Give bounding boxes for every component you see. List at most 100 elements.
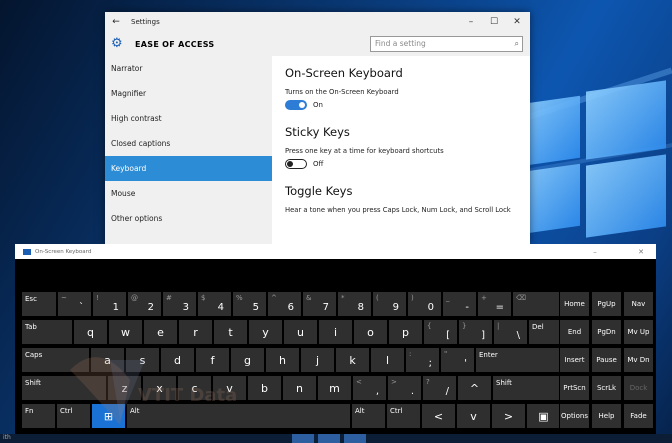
key-7[interactable]: & 7 — [302, 291, 337, 317]
key-pgdn[interactable]: PgDn — [591, 319, 622, 345]
key-alt[interactable]: Alt — [351, 403, 386, 429]
sidebar-item-narrator[interactable]: Narrator — [105, 56, 272, 81]
key-[interactable]: " ' — [440, 347, 475, 373]
key-c[interactable]: c — [177, 375, 212, 401]
key-9[interactable]: (9 — [372, 291, 407, 317]
key-nav[interactable]: Nav — [623, 291, 654, 317]
sidebar-item-mouse[interactable]: Mouse — [105, 181, 272, 206]
key-i[interactable]: i — [318, 319, 353, 345]
osk-minimize-button[interactable]: – — [585, 244, 605, 259]
key-e[interactable]: e — [143, 319, 178, 345]
key-g[interactable]: g — [230, 347, 265, 373]
key-insert[interactable]: Insert — [559, 347, 590, 373]
key-2[interactable]: @2 — [127, 291, 162, 317]
key-[interactable]: > — [491, 403, 526, 429]
search-icon[interactable]: ⌕ — [515, 37, 519, 51]
key-pause[interactable]: Pause — [591, 347, 622, 373]
key-t[interactable]: t — [213, 319, 248, 345]
key-fade[interactable]: Fade — [623, 403, 654, 429]
key-6[interactable]: ^ 6 — [267, 291, 302, 317]
key-ctrl[interactable]: Ctrl — [56, 403, 91, 429]
key-enter[interactable]: Enter — [475, 347, 563, 373]
osk-close-button[interactable]: ✕ — [631, 244, 651, 259]
back-arrow-icon[interactable]: ← — [105, 17, 127, 27]
key-[interactable]: ⊞ — [91, 403, 126, 429]
key-[interactable]: _ - — [442, 291, 477, 317]
key-end[interactable]: End — [559, 319, 590, 345]
key-shift[interactable]: Shift — [21, 375, 107, 401]
osk-titlebar[interactable]: On-Screen Keyboard – ✕ — [15, 244, 656, 259]
sidebar-item-magnifier[interactable]: Magnifier — [105, 81, 272, 106]
settings-titlebar[interactable]: ← Settings – ☐ ✕ — [105, 12, 530, 32]
key-[interactable]: ? / — [422, 375, 457, 401]
key-v[interactable]: v — [456, 403, 491, 429]
key-[interactable]: <, — [352, 375, 387, 401]
key-[interactable]: ^ — [457, 375, 492, 401]
key-p[interactable]: p — [388, 319, 423, 345]
sidebar-item-keyboard[interactable]: Keyboard — [105, 156, 272, 181]
key-[interactable]: {[ — [423, 319, 458, 345]
close-button[interactable]: ✕ — [504, 12, 530, 32]
key-b[interactable]: b — [247, 375, 282, 401]
key-r[interactable]: r — [178, 319, 213, 345]
key-v[interactable]: v — [212, 375, 247, 401]
key-1[interactable]: ! 1 — [92, 291, 127, 317]
key-dock[interactable]: Dock — [623, 375, 654, 401]
key-[interactable]: >. — [387, 375, 422, 401]
key-caps[interactable]: Caps — [21, 347, 90, 373]
key-8[interactable]: * 8 — [337, 291, 372, 317]
key-o[interactable]: o — [353, 319, 388, 345]
key-[interactable]: ⌫ — [512, 291, 566, 317]
key-prtscn[interactable]: PrtScn — [559, 375, 590, 401]
key-q[interactable]: q — [73, 319, 108, 345]
key-d[interactable]: d — [160, 347, 195, 373]
key-x[interactable]: x — [142, 375, 177, 401]
key-y[interactable]: y — [248, 319, 283, 345]
key-h[interactable]: h — [265, 347, 300, 373]
taskbar-item[interactable] — [344, 434, 366, 443]
key-m[interactable]: m — [317, 375, 352, 401]
key-z[interactable]: z — [107, 375, 142, 401]
key-home[interactable]: Home — [559, 291, 590, 317]
key-k[interactable]: k — [335, 347, 370, 373]
key-3[interactable]: #3 — [162, 291, 197, 317]
key-esc[interactable]: Esc — [21, 291, 57, 317]
sticky-keys-toggle[interactable] — [285, 159, 307, 169]
sidebar-item-other-options[interactable]: Other options — [105, 206, 272, 231]
key-[interactable]: | \ — [493, 319, 528, 345]
key-u[interactable]: u — [283, 319, 318, 345]
key-pgup[interactable]: PgUp — [591, 291, 622, 317]
key-w[interactable]: w — [108, 319, 143, 345]
key-n[interactable]: n — [282, 375, 317, 401]
key-ctrl[interactable]: Ctrl — [386, 403, 421, 429]
key-4[interactable]: $4 — [197, 291, 232, 317]
search-input[interactable]: Find a setting ⌕ — [370, 36, 523, 52]
key-[interactable]: + = — [477, 291, 512, 317]
key-alt[interactable]: Alt — [126, 403, 351, 429]
key-f[interactable]: f — [195, 347, 230, 373]
key-mv-up[interactable]: Mv Up — [623, 319, 654, 345]
key-5[interactable]: % 5 — [232, 291, 267, 317]
key-[interactable]: < — [421, 403, 456, 429]
key-[interactable]: ▣ — [526, 403, 561, 429]
taskbar-item[interactable] — [318, 434, 340, 443]
key-0[interactable]: ) 0 — [407, 291, 442, 317]
key-options[interactable]: Options — [559, 403, 590, 429]
key-[interactable]: }] — [458, 319, 493, 345]
osk-toggle[interactable] — [285, 100, 307, 110]
key-a[interactable]: a — [90, 347, 125, 373]
key-shift[interactable]: Shift — [492, 375, 563, 401]
sidebar-item-closed-captions[interactable]: Closed captions — [105, 131, 272, 156]
key-j[interactable]: j — [300, 347, 335, 373]
key-[interactable]: :; — [405, 347, 440, 373]
key-scrlk[interactable]: ScrLk — [591, 375, 622, 401]
taskbar-item[interactable] — [292, 434, 314, 443]
key-[interactable]: ~ ` — [57, 291, 92, 317]
key-mv-dn[interactable]: Mv Dn — [623, 347, 654, 373]
key-s[interactable]: s — [125, 347, 160, 373]
key-tab[interactable]: Tab — [21, 319, 73, 345]
key-help[interactable]: Help — [591, 403, 622, 429]
sidebar-item-high-contrast[interactable]: High contrast — [105, 106, 272, 131]
key-fn[interactable]: Fn — [21, 403, 56, 429]
key-l[interactable]: l — [370, 347, 405, 373]
